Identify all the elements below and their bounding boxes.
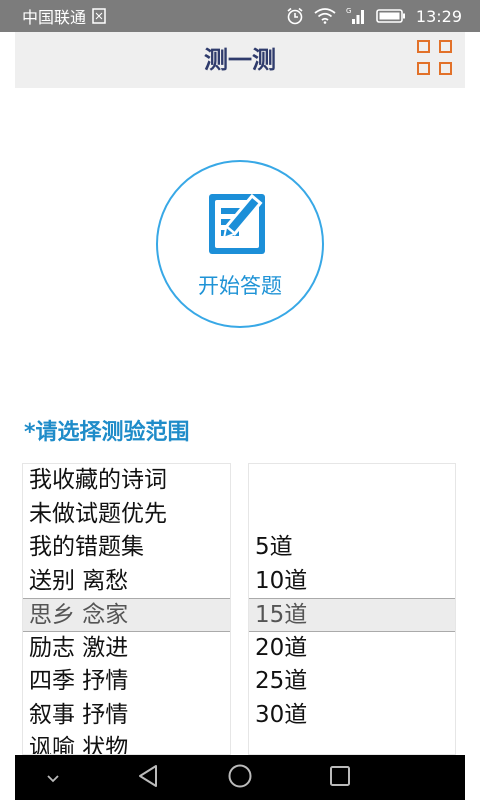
category-option[interactable]: 未做试题优先	[23, 498, 230, 532]
sim-icon	[92, 8, 106, 24]
category-option[interactable]: 我收藏的诗词	[23, 464, 230, 498]
navigation-bar	[15, 755, 465, 800]
start-quiz-button[interactable]: 开始答题	[156, 160, 324, 328]
count-option[interactable]: 20道	[249, 632, 455, 666]
category-option[interactable]: 讽喻 状物	[23, 732, 230, 754]
app-header: 测一测	[15, 32, 465, 88]
category-option[interactable]: 励志 激进	[23, 632, 230, 666]
count-option[interactable]: 25道	[249, 665, 455, 699]
range-label: *请选择测验范围	[24, 420, 190, 445]
signal-icon: G	[346, 7, 366, 25]
back-button[interactable]	[123, 755, 173, 800]
home-button[interactable]	[215, 755, 265, 800]
alarm-icon	[286, 7, 304, 25]
question-count-picker[interactable]: 5道 10道 15道 20道 25道 30道	[248, 463, 456, 755]
home-icon	[227, 763, 253, 793]
edit-icon	[206, 186, 282, 258]
carrier-name: 中国联通	[22, 8, 87, 27]
grid-menu-button[interactable]	[417, 40, 457, 80]
category-option[interactable]: 我的错题集	[23, 531, 230, 565]
category-option-selected[interactable]: 思乡 念家	[23, 598, 230, 632]
back-icon	[137, 764, 159, 792]
category-option[interactable]: 四季 抒情	[23, 665, 230, 699]
count-option[interactable]: 10道	[249, 565, 455, 599]
recents-icon	[329, 765, 351, 791]
svg-text:G: G	[346, 7, 351, 15]
status-bar-right: G 13:29	[286, 7, 462, 26]
count-option[interactable]: 30道	[249, 699, 455, 733]
category-option[interactable]: 叙事 抒情	[23, 699, 230, 733]
start-quiz-label: 开始答题	[198, 274, 282, 298]
hide-keyboard-button[interactable]	[35, 755, 71, 800]
status-bar-left: 中国联通	[22, 4, 106, 28]
recents-button[interactable]	[315, 755, 365, 800]
picker-spacer	[249, 464, 455, 531]
wifi-icon	[314, 8, 336, 24]
count-option[interactable]: 5道	[249, 531, 455, 565]
hide-keyboard-icon	[46, 768, 60, 787]
status-bar: 中国联通 G 13:29	[0, 0, 480, 32]
status-time: 13:29	[415, 6, 462, 26]
category-picker[interactable]: 我收藏的诗词 未做试题优先 我的错题集 送别 离愁 思乡 念家 励志 激进 四季…	[22, 463, 231, 755]
category-option[interactable]: 送别 离愁	[23, 565, 230, 599]
page-title: 测一测	[204, 46, 276, 74]
count-option-selected[interactable]: 15道	[249, 598, 455, 632]
battery-icon	[376, 8, 406, 24]
